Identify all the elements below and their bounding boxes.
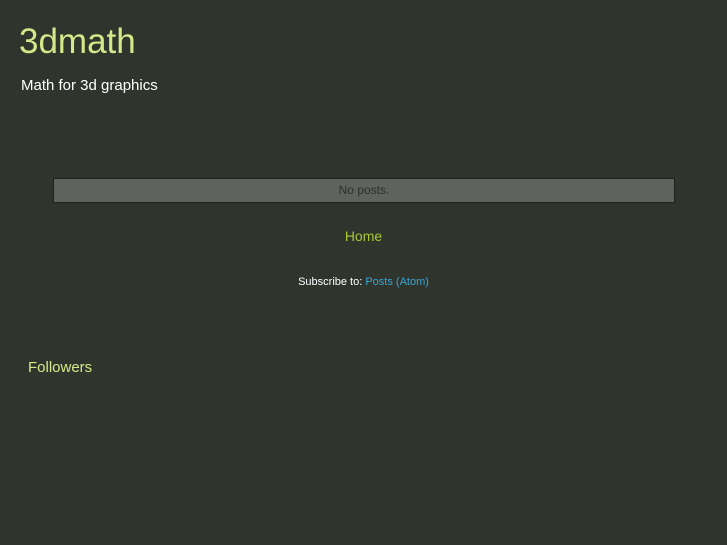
- followers-heading: Followers: [28, 359, 93, 376]
- no-posts-message: No posts.: [53, 178, 675, 203]
- blog-description: Math for 3d graphics: [21, 77, 158, 94]
- home-link[interactable]: Home: [345, 228, 382, 244]
- subscribe-feed-links: Subscribe to: Posts (Atom): [0, 275, 727, 289]
- blog-page: 3dmath Math for 3d graphics No posts. Ho…: [0, 0, 727, 545]
- subscribe-label: Subscribe to:: [298, 276, 363, 288]
- posts-atom-link[interactable]: Posts (Atom): [365, 276, 429, 288]
- home-link-container: Home: [0, 227, 727, 245]
- blog-title-link[interactable]: 3dmath: [19, 22, 136, 62]
